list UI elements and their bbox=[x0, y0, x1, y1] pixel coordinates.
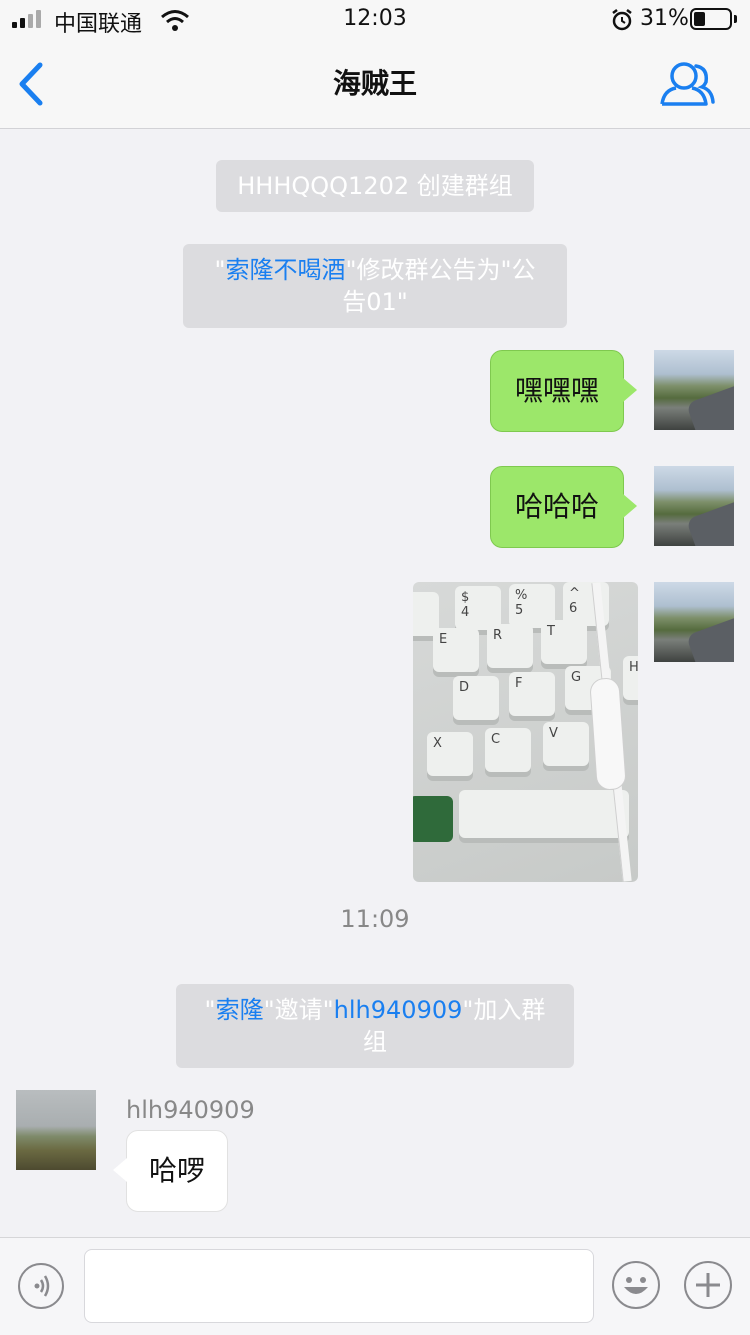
group-members-icon[interactable] bbox=[658, 60, 716, 108]
announcement-text: "修改群公告为"公 bbox=[345, 256, 536, 284]
clock: 12:03 bbox=[343, 6, 407, 31]
plus-button[interactable] bbox=[684, 1261, 732, 1309]
spacebar-key bbox=[459, 790, 629, 838]
keyboard-key: D bbox=[453, 676, 499, 720]
user-link[interactable]: 索隆 bbox=[216, 996, 264, 1024]
invite-text-line2: 组 bbox=[363, 1028, 387, 1056]
chat-title: 海贼王 bbox=[332, 67, 417, 100]
user-link[interactable]: hlh940909 bbox=[334, 996, 463, 1024]
timestamp: 11:09 bbox=[340, 905, 410, 933]
keyboard-key-green bbox=[413, 796, 453, 842]
battery-icon bbox=[690, 8, 732, 30]
keyboard-key: R bbox=[487, 624, 533, 668]
input-bar bbox=[0, 1237, 750, 1335]
avatar[interactable] bbox=[16, 1090, 96, 1170]
bubble-tail bbox=[623, 378, 637, 402]
bubble-tail bbox=[623, 494, 637, 518]
message-text: 哈哈哈 bbox=[514, 490, 599, 523]
incoming-bubble[interactable]: 哈啰 bbox=[113, 1130, 228, 1212]
system-message-announcement: "索隆不喝酒"修改群公告为"公 告01" bbox=[183, 244, 567, 328]
announcement-text-line2: 告01" bbox=[342, 288, 408, 316]
battery-percent: 31% bbox=[640, 6, 689, 31]
emoji-icon bbox=[624, 1277, 648, 1294]
plus-icon bbox=[696, 1273, 720, 1297]
keyboard-key: E bbox=[433, 628, 479, 672]
system-message: HHHQQQ1202 创建群组 bbox=[216, 160, 534, 212]
message-text: 嘿嘿嘿 bbox=[514, 374, 599, 407]
keyboard-key: C bbox=[485, 728, 531, 772]
sender-name: hlh940909 bbox=[126, 1096, 255, 1124]
keyboard-key: H bbox=[623, 656, 638, 700]
quote-text: " bbox=[214, 256, 226, 284]
avatar[interactable] bbox=[654, 350, 734, 430]
system-message-text: HHHQQQ1202 创建群组 bbox=[237, 172, 513, 200]
invite-text: "邀请" bbox=[263, 996, 334, 1024]
invite-text: "加入群 bbox=[462, 996, 546, 1024]
outgoing-bubble[interactable]: 嘿嘿嘿 bbox=[490, 350, 637, 432]
image-message[interactable]: # 3 $ 4 % 5 ^ 6 E R T H D F G X C V bbox=[413, 582, 638, 882]
bubble-tail bbox=[113, 1158, 127, 1182]
system-message-invite: "索隆"邀请"hlh940909"加入群 组 bbox=[176, 984, 574, 1068]
quote-text: " bbox=[204, 996, 216, 1024]
alarm-icon bbox=[612, 9, 632, 31]
avatar[interactable] bbox=[654, 466, 734, 546]
keyboard-key: V bbox=[543, 722, 589, 766]
user-link[interactable]: 索隆不喝酒 bbox=[225, 256, 345, 284]
keyboard-key: X bbox=[427, 732, 473, 776]
emoji-button[interactable] bbox=[612, 1261, 660, 1309]
avatar[interactable] bbox=[654, 582, 734, 662]
message-input[interactable] bbox=[84, 1249, 594, 1323]
earphone-remote bbox=[589, 677, 627, 791]
voice-button[interactable] bbox=[18, 1263, 64, 1309]
message-text: 哈啰 bbox=[148, 1154, 205, 1187]
outgoing-bubble[interactable]: 哈哈哈 bbox=[490, 466, 637, 548]
keyboard-key: F bbox=[509, 672, 555, 716]
battery-tip bbox=[734, 15, 737, 23]
voice-icon bbox=[34, 1275, 50, 1297]
status-bar: 中国联通 12:03 31% bbox=[0, 0, 750, 40]
keyboard-key: T bbox=[541, 620, 587, 664]
